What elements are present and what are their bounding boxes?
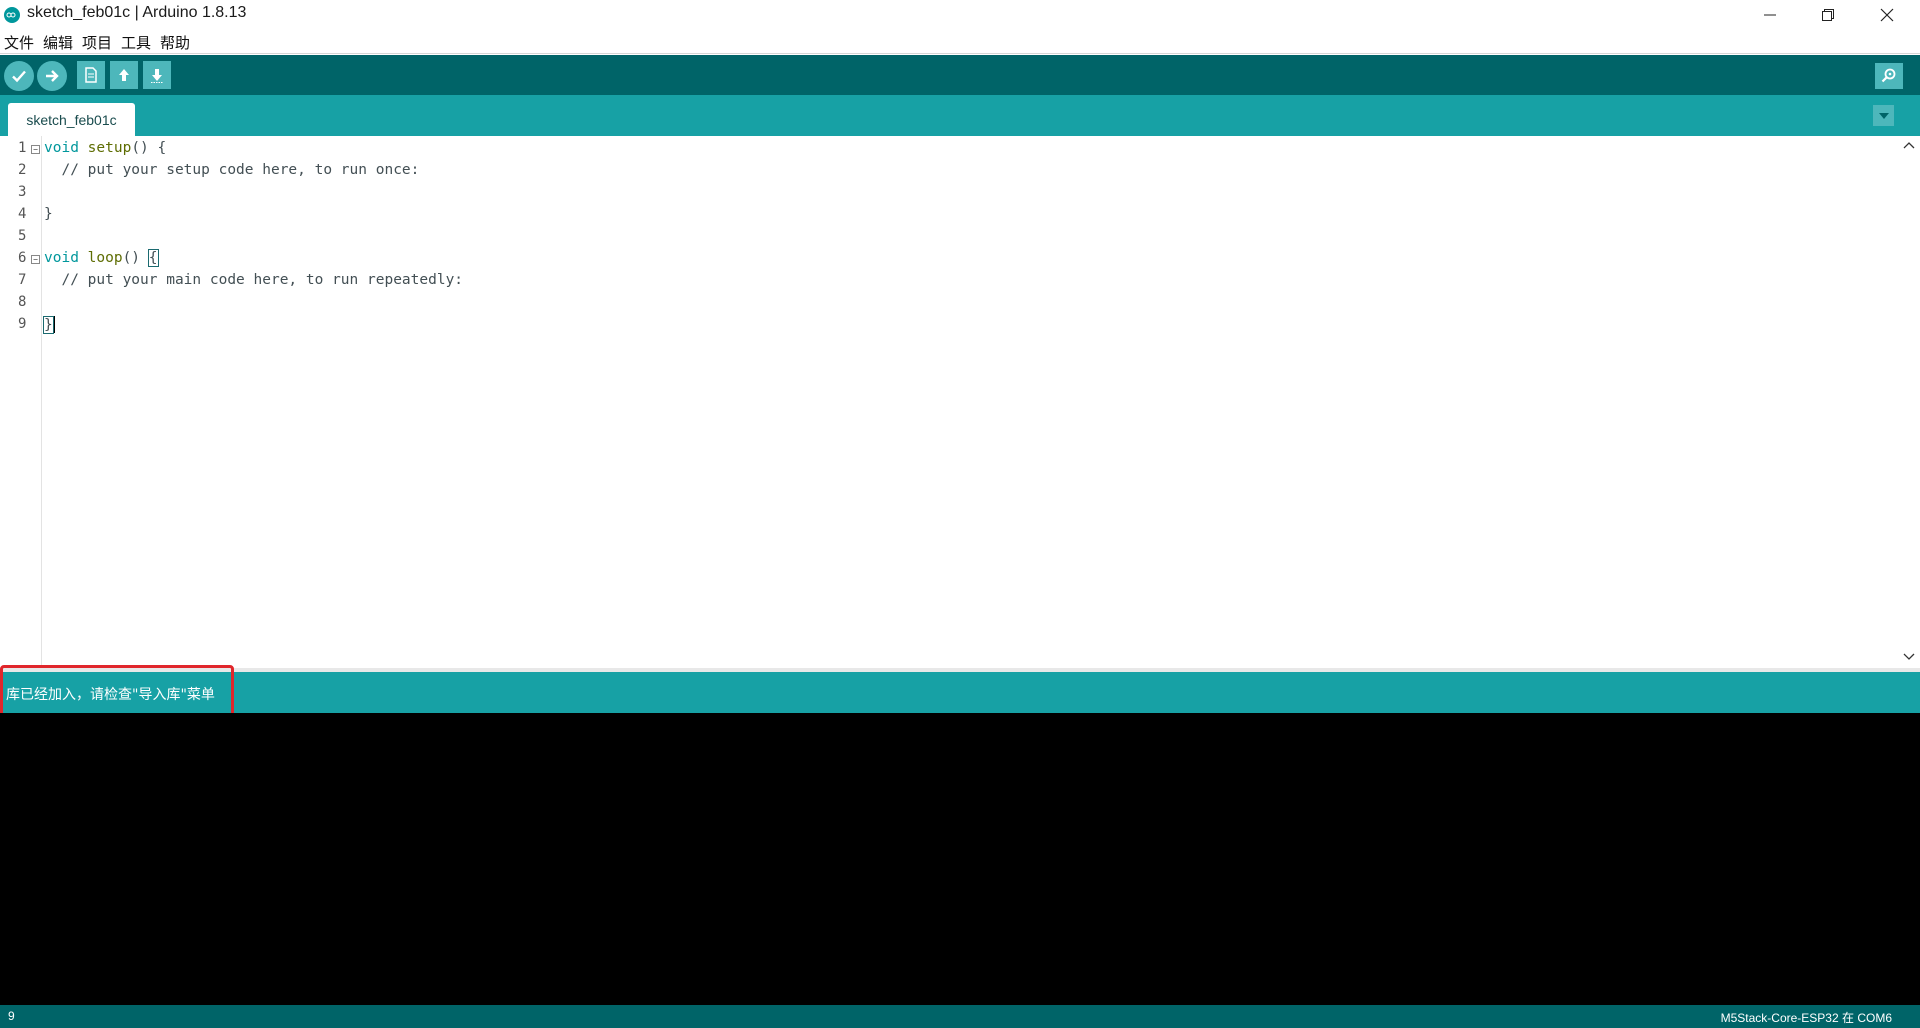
code-comment: // put your main code here, to run repea… (44, 272, 464, 288)
line-number: 5 (18, 228, 27, 244)
line-number: 7 (18, 272, 27, 288)
verify-icon (12, 70, 26, 83)
restore-button[interactable] (1799, 0, 1857, 29)
code-line: } (43, 315, 55, 334)
new-sketch-button[interactable] (77, 61, 105, 89)
code-line: // put your main code here, to run repea… (44, 272, 463, 288)
line-number: 4 (18, 206, 27, 222)
code-function: setup (87, 140, 132, 156)
tab-sketch[interactable]: sketch_feb01c (8, 103, 135, 136)
line-number: 1 (18, 140, 27, 156)
text-caret (53, 316, 55, 333)
code-keyword: void (44, 250, 79, 266)
minimize-icon (1764, 14, 1776, 15)
fold-toggle-icon[interactable]: − (31, 255, 40, 264)
code-line: } (44, 206, 53, 222)
open-sketch-button[interactable] (110, 61, 138, 89)
code-function: loop (87, 250, 123, 266)
restore-icon (1822, 8, 1834, 21)
matched-brace: } (43, 315, 54, 334)
menu-bar: 文件 编辑 项目 工具 帮助 (0, 29, 1920, 54)
upload-button[interactable] (37, 61, 67, 91)
new-icon (85, 67, 97, 83)
verify-button[interactable] (4, 61, 34, 91)
code-line: void setup() { (44, 140, 166, 156)
menu-sketch[interactable]: 项目 (82, 32, 112, 53)
tab-menu-button[interactable] (1873, 105, 1894, 126)
code-text: () (122, 250, 149, 266)
menu-help[interactable]: 帮助 (160, 32, 190, 53)
code-keyword: void (44, 140, 79, 156)
matched-brace: { (147, 249, 159, 267)
code-text: () { (131, 140, 167, 156)
window-title: sketch_feb01c | Arduino 1.8.13 (27, 4, 247, 21)
open-icon (119, 69, 129, 81)
arduino-logo-icon (4, 7, 20, 23)
scroll-up-icon[interactable] (1903, 140, 1915, 152)
line-number-gutter: 1 2 3 4 5 6 7 8 9 − − (0, 136, 42, 668)
line-number: 9 (18, 316, 27, 332)
scroll-down-icon[interactable] (1903, 650, 1915, 662)
code-editor[interactable]: 1 2 3 4 5 6 7 8 9 − − void setup() { // … (0, 136, 1920, 668)
serial-monitor-icon (1881, 68, 1896, 83)
line-number: 3 (18, 184, 27, 200)
fold-toggle-icon[interactable]: − (31, 145, 40, 154)
serial-monitor-button[interactable] (1875, 63, 1903, 89)
line-number: 2 (18, 162, 27, 178)
line-number: 8 (18, 294, 27, 310)
menu-tools[interactable]: 工具 (121, 32, 151, 53)
upload-icon (46, 70, 59, 82)
tab-label: sketch_feb01c (26, 111, 117, 128)
board-port-info: M5Stack-Core-ESP32 在 COM6 (1720, 1011, 1892, 1025)
tab-bar: sketch_feb01c (0, 95, 1920, 136)
editor-scrollbar[interactable] (1898, 136, 1920, 668)
chevron-down-icon (1878, 112, 1889, 119)
menu-file[interactable]: 文件 (4, 32, 34, 53)
bottom-status-bar: 9 M5Stack-Core-ESP32 在 COM6 (0, 1005, 1920, 1028)
code-line: void loop() { (44, 249, 159, 267)
save-icon (151, 69, 163, 83)
message-bar: 库已经加入，请检查"导入库"菜单 (0, 672, 1920, 713)
line-number: 6 (18, 250, 27, 266)
current-line-indicator: 9 (8, 1009, 15, 1023)
close-button[interactable] (1858, 0, 1916, 29)
code-text: } (44, 206, 53, 222)
code-comment: // put your setup code here, to run once… (44, 162, 420, 178)
menu-edit[interactable]: 编辑 (43, 32, 73, 53)
console-output[interactable] (0, 713, 1920, 1005)
toolbar (0, 55, 1920, 95)
minimize-button[interactable] (1741, 0, 1799, 29)
save-sketch-button[interactable] (143, 61, 171, 89)
title-bar: sketch_feb01c | Arduino 1.8.13 (0, 0, 1920, 29)
code-line: // put your setup code here, to run once… (44, 162, 419, 178)
close-icon (1880, 8, 1894, 21)
